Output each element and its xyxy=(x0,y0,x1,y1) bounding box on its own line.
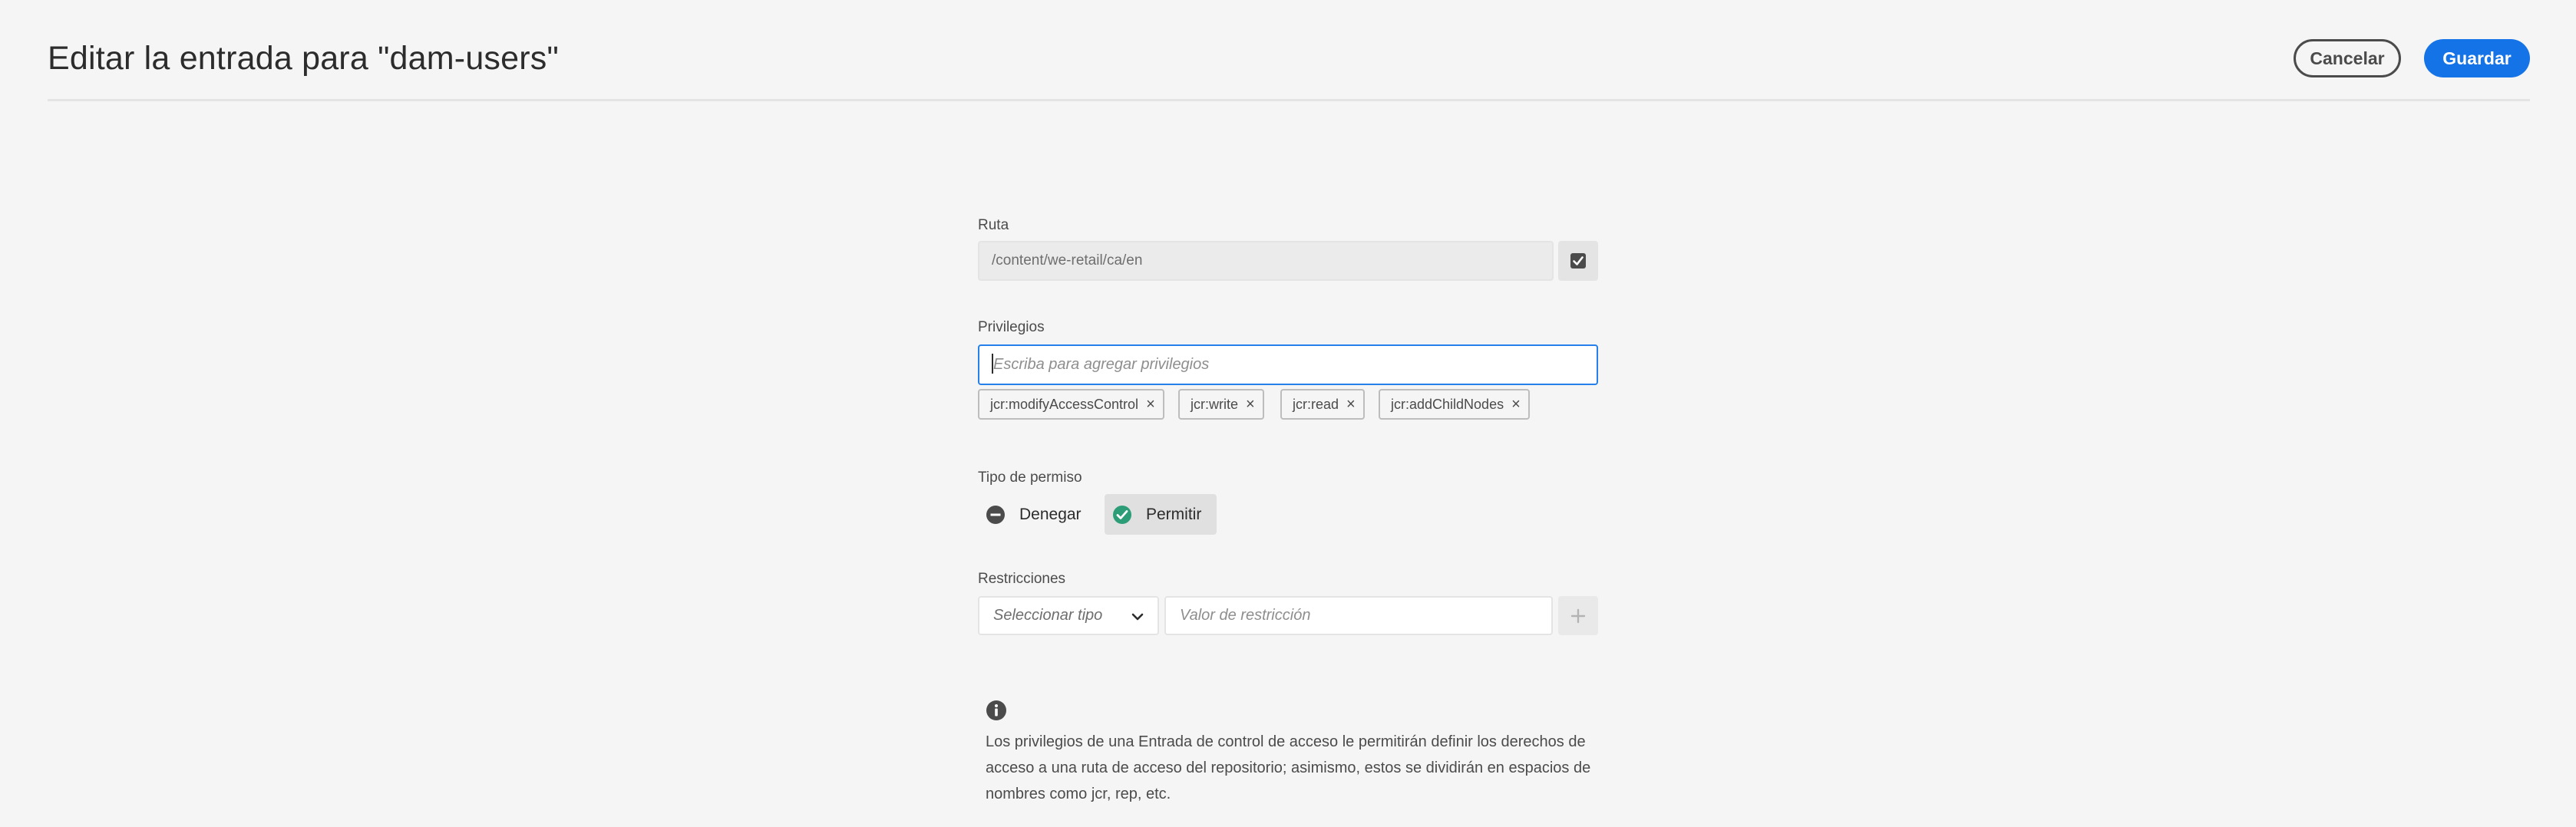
privileges-input[interactable] xyxy=(978,344,1598,385)
path-label: Ruta xyxy=(978,217,1009,233)
privilege-tag-label: jcr:addChildNodes xyxy=(1391,396,1504,412)
cancel-button[interactable]: Cancelar xyxy=(2294,39,2401,77)
path-field[interactable]: /content/we-retail/ca/en xyxy=(978,241,1554,281)
privileges-input-wrapper xyxy=(978,344,1598,385)
privilege-tag-label: jcr:modifyAccessControl xyxy=(990,396,1139,412)
allow-check-icon xyxy=(1113,505,1131,524)
close-icon[interactable]: × xyxy=(1346,397,1356,412)
privileges-label: Privilegios xyxy=(978,319,1045,335)
privilege-tag: jcr:write × xyxy=(1178,389,1264,420)
permission-type-label: Tipo de permiso xyxy=(978,470,1082,486)
restrictions-label: Restricciones xyxy=(978,571,1066,587)
close-icon[interactable]: × xyxy=(1246,397,1255,412)
allow-label: Permitir xyxy=(1146,505,1202,523)
privilege-tag-label: jcr:read xyxy=(1293,396,1339,412)
chevron-down-icon xyxy=(1131,613,1144,621)
page-title: Editar la entrada para "dam-users" xyxy=(48,40,559,77)
deny-icon xyxy=(986,505,1005,524)
edit-entry-page: Editar la entrada para "dam-users" Cance… xyxy=(0,0,2576,827)
text-caret xyxy=(992,354,993,374)
path-checkbox[interactable] xyxy=(1558,241,1598,281)
restriction-type-select[interactable]: Seleccionar tipo xyxy=(978,596,1159,635)
info-icon xyxy=(986,700,1006,720)
page-header: Editar la entrada para "dam-users" Cance… xyxy=(48,0,2530,101)
plus-icon xyxy=(1570,608,1586,623)
privilege-tag: jcr:addChildNodes × xyxy=(1379,389,1530,420)
restriction-value-input[interactable] xyxy=(1164,596,1553,635)
add-restriction-button[interactable] xyxy=(1558,596,1598,635)
checkbox-checked-icon xyxy=(1570,253,1586,269)
info-text: Los privilegios de una Entrada de contro… xyxy=(986,733,1591,802)
save-button[interactable]: Guardar xyxy=(2424,39,2530,77)
allow-button[interactable]: Permitir xyxy=(1105,494,1217,535)
restriction-type-placeholder: Seleccionar tipo xyxy=(993,607,1103,624)
close-icon[interactable]: × xyxy=(1146,397,1155,412)
deny-label: Denegar xyxy=(1019,505,1082,523)
deny-button[interactable]: Denegar xyxy=(978,494,1093,535)
privilege-tag-label: jcr:write xyxy=(1191,396,1238,412)
privilege-tag: jcr:modifyAccessControl × xyxy=(978,389,1164,420)
close-icon[interactable]: × xyxy=(1511,397,1521,412)
privilege-tag: jcr:read × xyxy=(1280,389,1365,420)
